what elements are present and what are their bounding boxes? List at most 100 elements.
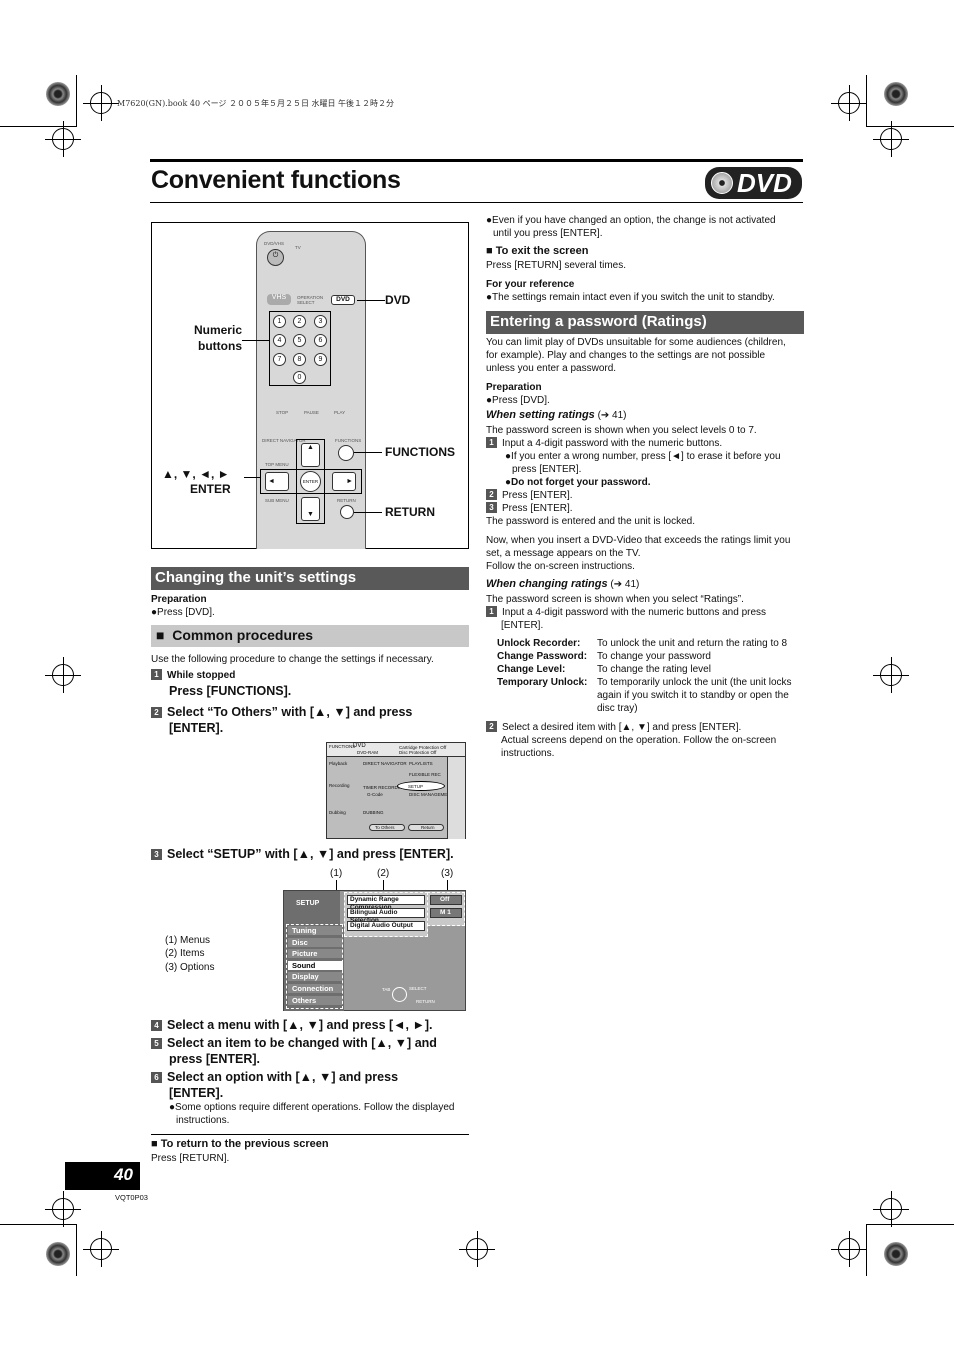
key-9[interactable]: 9 xyxy=(314,353,327,366)
setting-step-3: 3 Press [ENTER]. xyxy=(486,502,573,515)
callout-line xyxy=(242,340,269,341)
setup-screen: SETUP Tuning Disc Picture Sound Display … xyxy=(283,890,466,1011)
def-desc: To change the rating level xyxy=(597,664,711,675)
screen-sidebar xyxy=(447,757,465,839)
option-off[interactable]: Off xyxy=(430,895,462,905)
crosshair-mark xyxy=(83,85,119,121)
exit-text: Press [RETURN] several times. xyxy=(486,260,627,271)
setting-step-1-note: ●If you enter a wrong number, press [◄] … xyxy=(505,451,781,462)
password-intro-2: for example). Play and changes to the se… xyxy=(486,350,766,361)
item-drc[interactable]: Dynamic Range Compression xyxy=(347,895,425,911)
reference-heading: For your reference xyxy=(486,279,575,290)
return-key[interactable] xyxy=(340,505,354,519)
print-info: M7620(GN).book 40 ページ ２００５年５月２５日 水曜日 午後１… xyxy=(117,99,395,108)
trim-line xyxy=(76,1224,77,1276)
divider xyxy=(151,1134,469,1135)
trim-line xyxy=(866,1224,954,1225)
note-change: ●Even if you have changed an option, the… xyxy=(486,215,776,226)
step-6: 6 Select an option with [▲, ▼] and press xyxy=(151,1069,398,1085)
def-term: Unlock Recorder: xyxy=(497,638,581,649)
callout-line xyxy=(357,300,385,301)
functions-key[interactable] xyxy=(338,445,354,461)
callout-2: (2) xyxy=(377,868,390,879)
step-2: 2 Select “To Others” with [▲, ▼] and pres… xyxy=(151,704,412,720)
def-desc-cont: disc tray) xyxy=(597,703,638,714)
def-desc: To temporarily unlock the unit (the unit… xyxy=(597,677,792,688)
key-2[interactable]: 2 xyxy=(293,315,306,328)
trim-line xyxy=(866,75,867,127)
title-rule-top xyxy=(150,159,803,162)
crosshair-mark xyxy=(45,1191,81,1227)
step-5-cont: press [ENTER]. xyxy=(169,1052,260,1066)
changing-step-1-cont: [ENTER]. xyxy=(501,620,544,631)
crosshair-mark xyxy=(45,121,81,157)
label-dvd: DVD xyxy=(385,293,411,307)
legend-options: (3) Options xyxy=(165,962,215,973)
key-3[interactable]: 3 xyxy=(314,315,327,328)
registration-rosette xyxy=(884,82,908,106)
trim-line xyxy=(866,126,954,127)
prep-item: ●Press [DVD]. xyxy=(151,607,215,618)
crosshair-mark xyxy=(459,1231,495,1267)
label-return: RETURN xyxy=(385,505,435,519)
trim-line xyxy=(76,75,77,127)
setting-step-1-note-cont: press [ENTER]. xyxy=(512,464,582,475)
return-text: Press [RETURN]. xyxy=(151,1153,230,1164)
return-heading: ■ To return to the previous screen xyxy=(151,1138,329,1150)
locked-text: The password is entered and the unit is … xyxy=(486,516,696,527)
vhs-button[interactable]: VHS xyxy=(267,294,291,305)
section-header-password: Entering a password (Ratings) xyxy=(486,311,804,334)
now-text-3: Follow the on-screen instructions. xyxy=(486,561,635,572)
crosshair-mark xyxy=(45,657,81,693)
subsection-common-procedures: ■ Common procedures xyxy=(151,625,469,647)
key-1[interactable]: 1 xyxy=(273,315,286,328)
crosshair-mark xyxy=(83,1231,119,1267)
setup-highlight[interactable]: SETUP xyxy=(397,781,445,791)
now-text-2: set, a message appears on the TV. xyxy=(486,548,641,559)
callout-1: (1) xyxy=(330,868,343,879)
trim-line xyxy=(866,1224,867,1276)
prep-heading: Preparation xyxy=(151,594,207,605)
dvd-badge: DVD xyxy=(705,167,802,199)
nav-dial-icon xyxy=(392,987,407,1002)
key-0[interactable]: 0 xyxy=(293,371,306,384)
label-numeric-buttons: Numeric buttons xyxy=(193,323,242,353)
step-6-cont: [ENTER]. xyxy=(169,1086,224,1100)
registration-rosette xyxy=(46,82,70,106)
step-1: Press [FUNCTIONS]. xyxy=(169,684,292,698)
crosshair-mark xyxy=(873,121,909,157)
def-desc: To change your password xyxy=(597,651,711,662)
doc-code: VQT0P03 xyxy=(115,1193,148,1202)
callout-line xyxy=(354,512,382,513)
item-bilingual[interactable]: Bilingual Audio Selection xyxy=(347,908,425,924)
key-4[interactable]: 4 xyxy=(273,334,286,347)
changing-ratings-heading: When changing ratings (➔ 41) xyxy=(486,578,640,590)
power-button[interactable]: ⏻ xyxy=(267,249,284,266)
page-title: Convenient functions xyxy=(151,166,401,194)
changing-step-2-cont: Actual screens depend on the operation. … xyxy=(501,735,777,746)
item-digital-audio[interactable]: Digital Audio Output xyxy=(347,921,425,931)
registration-rosette xyxy=(884,1242,908,1266)
now-text-1: Now, when you insert a DVD-Video that ex… xyxy=(486,535,791,546)
step-4: 4 Select a menu with [▲, ▼] and press [◄,… xyxy=(151,1017,433,1033)
label-enter: ENTER xyxy=(190,482,231,496)
key-7[interactable]: 7 xyxy=(273,353,286,366)
key-8[interactable]: 8 xyxy=(293,353,306,366)
changing-text: The password screen is shown when you se… xyxy=(486,594,744,605)
key-5[interactable]: 5 xyxy=(293,334,306,347)
label-arrows: ▲, ▼, ◄, ► xyxy=(162,467,230,481)
page-number: 40 xyxy=(114,1165,133,1184)
left-key[interactable]: ◄ xyxy=(265,472,289,491)
down-key[interactable]: ▼ xyxy=(301,497,320,521)
dvd-key[interactable]: DVD xyxy=(331,295,355,305)
password-intro-3: unless you enter a password. xyxy=(486,363,617,374)
exit-heading: ■ To exit the screen xyxy=(486,245,589,257)
crosshair-mark xyxy=(873,1191,909,1227)
right-key[interactable]: ► xyxy=(332,472,356,491)
enter-key[interactable]: ENTER xyxy=(300,471,321,492)
key-6[interactable]: 6 xyxy=(314,334,327,347)
registration-rosette xyxy=(46,1242,70,1266)
option-m1[interactable]: M 1 xyxy=(430,908,462,918)
up-key[interactable]: ▲ xyxy=(301,443,320,467)
dvd-badge-label: DVD xyxy=(737,167,792,198)
